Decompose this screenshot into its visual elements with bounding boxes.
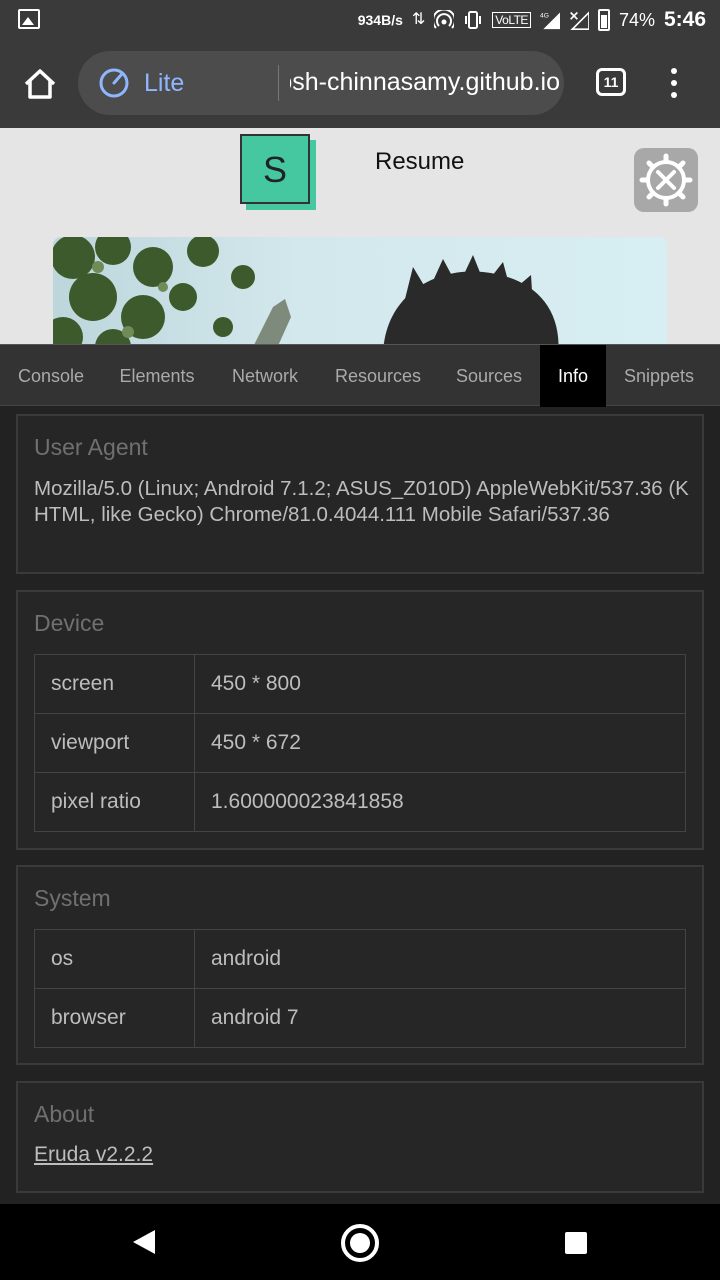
about-section: About Eruda v2.2.2 (16, 1081, 704, 1193)
system-value-browser: android 7 (194, 988, 686, 1048)
recent-apps-icon[interactable] (565, 1232, 587, 1254)
about-title: About (34, 1101, 95, 1127)
system-nav-bar (0, 1204, 720, 1280)
web-page: S Resume (0, 128, 720, 344)
device-key-screen: screen (34, 654, 195, 714)
system-title: System (34, 885, 111, 911)
lite-mode-icon (99, 68, 129, 98)
home-icon[interactable] (20, 64, 60, 104)
back-icon[interactable] (133, 1230, 155, 1254)
tab-network[interactable]: Network (212, 345, 318, 407)
device-key-pixel-ratio: pixel ratio (34, 772, 195, 832)
tab-snippets[interactable]: Snippets (606, 345, 712, 407)
hotspot-icon (434, 10, 455, 29)
device-table: screen 450 * 800 viewport 450 * 672 pixe… (34, 654, 686, 832)
signal-4g-icon: 4G (540, 12, 560, 30)
table-row: viewport 450 * 672 (34, 713, 686, 773)
data-transfer-icon: ⇅ (411, 11, 426, 28)
url-text[interactable]: santhosh-chinnasamy.github.io (290, 68, 560, 97)
profile-photo (53, 237, 667, 344)
clock: 5:46 (663, 8, 706, 31)
lite-mode-label: Lite (144, 69, 185, 97)
device-title: Device (34, 610, 105, 636)
signal-no-service-icon (570, 11, 589, 30)
photo-image (53, 237, 559, 344)
browser-toolbar: Lite santhosh-chinnasamy.github.io 11 (0, 40, 720, 128)
network-type-label: 4G (540, 13, 549, 20)
status-icons: 934B/s ⇅ VoLTE 4G 74% 5:46 (358, 0, 706, 40)
system-key-browser: browser (34, 988, 195, 1048)
tab-resources[interactable]: Resources (318, 345, 438, 407)
site-logo[interactable]: S (240, 134, 310, 204)
tab-switcher-button[interactable]: 11 (596, 68, 626, 96)
device-value-pixel-ratio: 1.600000023841858 (194, 772, 686, 832)
device-section: Device screen 450 * 800 viewport 450 * 6… (16, 590, 704, 850)
eruda-settings-icon[interactable] (634, 148, 698, 212)
table-row: browser android 7 (34, 988, 686, 1048)
tab-sources[interactable]: Sources (438, 345, 540, 407)
user-agent-value: Mozilla/5.0 (Linux; Android 7.1.2; ASUS_… (34, 477, 689, 526)
system-key-os: os (34, 929, 195, 989)
table-row: screen 450 * 800 (34, 654, 686, 714)
battery-percent: 74% (618, 9, 655, 30)
battery-icon (597, 9, 610, 31)
overflow-menu-icon[interactable] (664, 66, 684, 102)
eruda-version-link[interactable]: Eruda v2.2.2 (34, 1143, 153, 1167)
eruda-devtools-panel: Console Elements Network Resources Sourc… (0, 344, 720, 1204)
table-row: pixel ratio 1.600000023841858 (34, 772, 686, 832)
divider (278, 65, 279, 101)
address-bar[interactable]: Lite santhosh-chinnasamy.github.io (78, 51, 564, 115)
page-title[interactable]: Resume (375, 148, 464, 176)
tab-info[interactable]: Info (540, 345, 606, 407)
status-bar: 934B/s ⇅ VoLTE 4G 74% 5:46 (0, 0, 720, 40)
device-value-screen: 450 * 800 (194, 654, 686, 714)
user-agent-section: User Agent Mozilla/5.0 (Linux; Android 7… (16, 414, 704, 574)
devtools-tab-bar: Console Elements Network Resources Sourc… (0, 344, 720, 407)
device-key-viewport: viewport (34, 713, 195, 773)
user-agent-title: User Agent (34, 434, 148, 460)
vibrate-icon (465, 11, 482, 29)
volte-badge: VoLTE (492, 12, 531, 28)
tab-console[interactable]: Console (0, 345, 102, 407)
system-section: System os android browser android 7 (16, 865, 704, 1065)
table-row: os android (34, 929, 686, 989)
system-table: os android browser android 7 (34, 929, 686, 1048)
device-value-viewport: 450 * 672 (194, 713, 686, 773)
home-circle-icon[interactable] (341, 1224, 379, 1262)
system-value-os: android (194, 929, 686, 989)
gallery-notification-icon (18, 9, 40, 29)
network-speed: 934B/s (357, 12, 403, 28)
tab-elements[interactable]: Elements (102, 345, 212, 407)
